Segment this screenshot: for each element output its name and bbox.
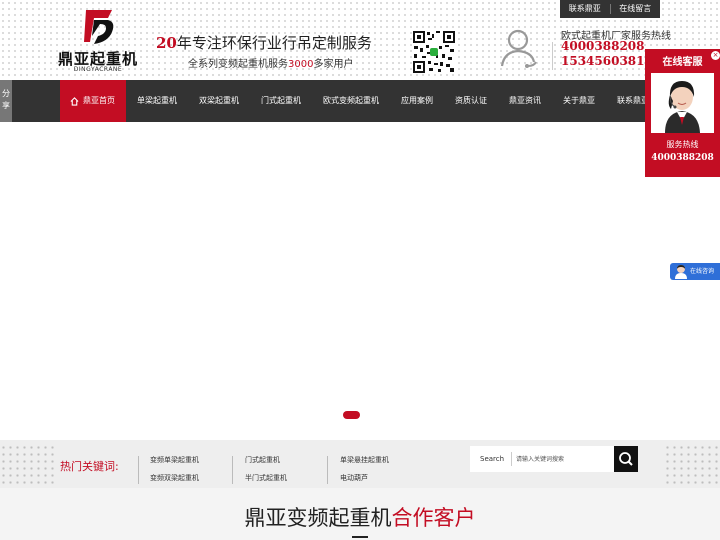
top-links-bar: 联系鼎亚 在线留言	[560, 0, 660, 18]
service-title: 在线客服	[662, 57, 703, 68]
home-icon	[70, 96, 79, 106]
sub-slogan: 全系列变频起重机服务3000多家用户	[188, 55, 353, 70]
dots-decoration-left	[0, 444, 56, 486]
sub-slogan-prefix: 全系列变频起重机服务	[188, 59, 288, 70]
customer-service-icon	[500, 29, 537, 68]
partners-title-main: 鼎亚变频起重机	[244, 506, 392, 530]
share-tab[interactable]: 分享	[0, 80, 12, 122]
nav-item-label: 鼎亚首页	[83, 96, 115, 105]
nav-item-european[interactable]: 欧式变频起重机	[312, 80, 390, 122]
qr-code-icon	[412, 30, 456, 74]
nav-item-cases[interactable]: 应用案例	[390, 80, 444, 122]
online-chat-label: 在线咨询	[690, 268, 715, 275]
partners-title-accent: 合作客户	[391, 506, 476, 530]
slogan: 20年专注环保行业行吊定制服务	[156, 32, 372, 53]
nav-item-news[interactable]: 鼎亚资讯	[498, 80, 552, 122]
search-divider	[511, 452, 512, 466]
page: 鼎亚起重机 DINGYACRANE 20年专注环保行业行吊定制服务 全系列变频起…	[0, 0, 720, 540]
top-link-message[interactable]: 在线留言	[611, 0, 661, 18]
keyword-link[interactable]: 半门式起重机	[245, 473, 287, 483]
nav-item-single-girder[interactable]: 单梁起重机	[126, 80, 188, 122]
keyword-link[interactable]: 变频双梁起重机	[150, 473, 199, 483]
banner-pagination-dot[interactable]	[343, 411, 360, 419]
search-icon	[619, 452, 633, 466]
main-nav: 鼎亚首页 单梁起重机 双梁起重机 门式起重机 欧式变频起重机 应用案例 资质认证…	[0, 80, 720, 122]
hotline-phone-2[interactable]: 15345603818	[561, 54, 653, 68]
header-divider	[552, 42, 553, 70]
online-chat-button[interactable]: 在线咨询	[670, 263, 720, 280]
keywords-divider	[138, 456, 139, 484]
logo-mark-icon	[84, 10, 114, 44]
keywords-title: 热门关键词:	[60, 460, 119, 473]
service-agent-photo	[651, 73, 714, 133]
sub-slogan-count: 3000	[288, 59, 314, 70]
service-panel: 在线客服 × 服务热线 4000388208	[645, 49, 720, 177]
logo-subtext: DINGYACRANE	[73, 66, 123, 73]
partners-title-underline	[352, 536, 368, 538]
keywords-divider	[327, 456, 328, 484]
slogan-text: 年专注环保行业行吊定制服务	[176, 34, 372, 52]
partners-title: 鼎亚变频起重机合作客户	[0, 502, 720, 532]
dots-decoration-right	[664, 444, 720, 486]
keyword-link[interactable]: 单梁悬挂起重机	[340, 455, 389, 465]
sub-slogan-suffix: 多家用户	[313, 59, 354, 70]
main-nav-items: 鼎亚首页 单梁起重机 双梁起重机 门式起重机 欧式变频起重机 应用案例 资质认证…	[60, 80, 660, 122]
nav-item-certificates[interactable]: 资质认证	[444, 80, 498, 122]
top-link-contact[interactable]: 联系鼎亚	[560, 0, 610, 18]
service-hotline-phone[interactable]: 4000388208	[645, 153, 720, 163]
close-icon[interactable]: ×	[711, 51, 720, 60]
search-box: Search	[470, 446, 638, 472]
search-input[interactable]	[516, 450, 612, 468]
banner-slider[interactable]	[0, 122, 720, 440]
keyword-link[interactable]: 门式起重机	[245, 455, 280, 465]
slogan-years: 20	[156, 34, 177, 52]
service-hotline-label: 服务热线	[666, 140, 699, 149]
nav-item-gantry[interactable]: 门式起重机	[250, 80, 312, 122]
keyword-link[interactable]: 变频单梁起重机	[150, 455, 199, 465]
keyword-link[interactable]: 电动葫芦	[340, 473, 368, 483]
search-label: Search	[480, 455, 505, 463]
keywords-divider	[232, 456, 233, 484]
hotline-phone-1[interactable]: 4000388208	[561, 39, 645, 53]
search-button[interactable]	[614, 446, 638, 472]
nav-item-about[interactable]: 关于鼎亚	[552, 80, 606, 122]
logo[interactable]: 鼎亚起重机 DINGYACRANE	[58, 8, 138, 74]
nav-item-home[interactable]: 鼎亚首页	[60, 80, 126, 122]
nav-item-double-girder[interactable]: 双梁起重机	[188, 80, 250, 122]
chat-agent-icon	[675, 265, 687, 279]
